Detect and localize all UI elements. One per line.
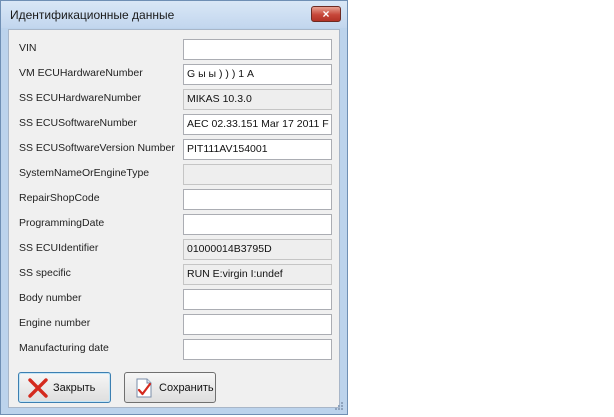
dialog-content: VIN VM ECUHardwareNumber G ы ы ) ) ) 1 A…: [8, 29, 340, 408]
field-row-system-name: SystemNameOrEngineType: [9, 164, 339, 185]
programming-date-input[interactable]: [183, 214, 332, 235]
field-label: Engine number: [19, 317, 91, 329]
field-label: SS ECUSoftwareNumber: [19, 117, 137, 129]
save-button-label: Сохранить: [159, 382, 214, 394]
ss-ecu-hardware-number-field[interactable]: MIKAS 10.3.0: [183, 89, 332, 110]
field-row-repair-shop-code: RepairShopCode: [9, 189, 339, 210]
field-label: RepairShopCode: [19, 192, 100, 204]
window-title: Идентификационные данные: [10, 8, 175, 22]
field-label: SS specific: [19, 267, 71, 279]
ss-ecu-software-version-input[interactable]: PIT111AV154001: [183, 139, 332, 160]
field-label: VIN: [19, 42, 37, 54]
field-row-manufacturing-date: Manufacturing date: [9, 339, 339, 360]
field-row-ss-ecu-software-number: SS ECUSoftwareNumber AEC 02.33.151 Mar 1…: [9, 114, 339, 135]
title-bar[interactable]: Идентификационные данные ×: [1, 1, 347, 28]
ss-specific-field[interactable]: RUN E:virgin I:undef: [183, 264, 332, 285]
field-row-programming-date: ProgrammingDate: [9, 214, 339, 235]
engine-number-input[interactable]: [183, 314, 332, 335]
field-label: SystemNameOrEngineType: [19, 167, 150, 179]
identification-dialog: Идентификационные данные × VIN VM ECUHar…: [0, 0, 348, 415]
window-close-button[interactable]: ×: [311, 6, 341, 22]
field-row-vin: VIN: [9, 39, 339, 60]
close-icon: ×: [322, 7, 330, 21]
system-name-field[interactable]: [183, 164, 332, 185]
close-button-label: Закрыть: [53, 382, 96, 394]
red-x-icon: [28, 378, 48, 398]
field-row-ss-specific: SS specific RUN E:virgin I:undef: [9, 264, 339, 285]
vin-input[interactable]: [183, 39, 332, 60]
ss-ecu-software-number-input[interactable]: AEC 02.33.151 Mar 17 2011 F: [183, 114, 332, 135]
field-row-ss-ecu-identifier: SS ECUIdentifier 01000014B3795D: [9, 239, 339, 260]
field-label: SS ECUSoftwareVersion Number: [19, 142, 175, 154]
vm-ecu-hardware-number-input[interactable]: G ы ы ) ) ) 1 A: [183, 64, 332, 85]
field-label: ProgrammingDate: [19, 217, 105, 229]
field-row-ss-ecu-hardware-number: SS ECUHardwareNumber MIKAS 10.3.0: [9, 89, 339, 110]
close-button[interactable]: Закрыть: [18, 372, 111, 403]
manufacturing-date-input[interactable]: [183, 339, 332, 360]
resize-grip-icon[interactable]: [334, 401, 344, 411]
field-label: Manufacturing date: [19, 342, 109, 354]
save-button[interactable]: Сохранить: [124, 372, 216, 403]
field-row-vm-ecu-hardware-number: VM ECUHardwareNumber G ы ы ) ) ) 1 A: [9, 64, 339, 85]
body-number-input[interactable]: [183, 289, 332, 310]
field-row-engine-number: Engine number: [9, 314, 339, 335]
repair-shop-code-input[interactable]: [183, 189, 332, 210]
field-label: SS ECUIdentifier: [19, 242, 99, 254]
ss-ecu-identifier-field[interactable]: 01000014B3795D: [183, 239, 332, 260]
field-row-body-number: Body number: [9, 289, 339, 310]
field-label: Body number: [19, 292, 82, 304]
document-checkmark-icon: [136, 378, 152, 398]
field-row-ss-ecu-software-version: SS ECUSoftwareVersion Number PIT111AV154…: [9, 139, 339, 160]
field-label: SS ECUHardwareNumber: [19, 92, 141, 104]
field-label: VM ECUHardwareNumber: [19, 67, 143, 79]
